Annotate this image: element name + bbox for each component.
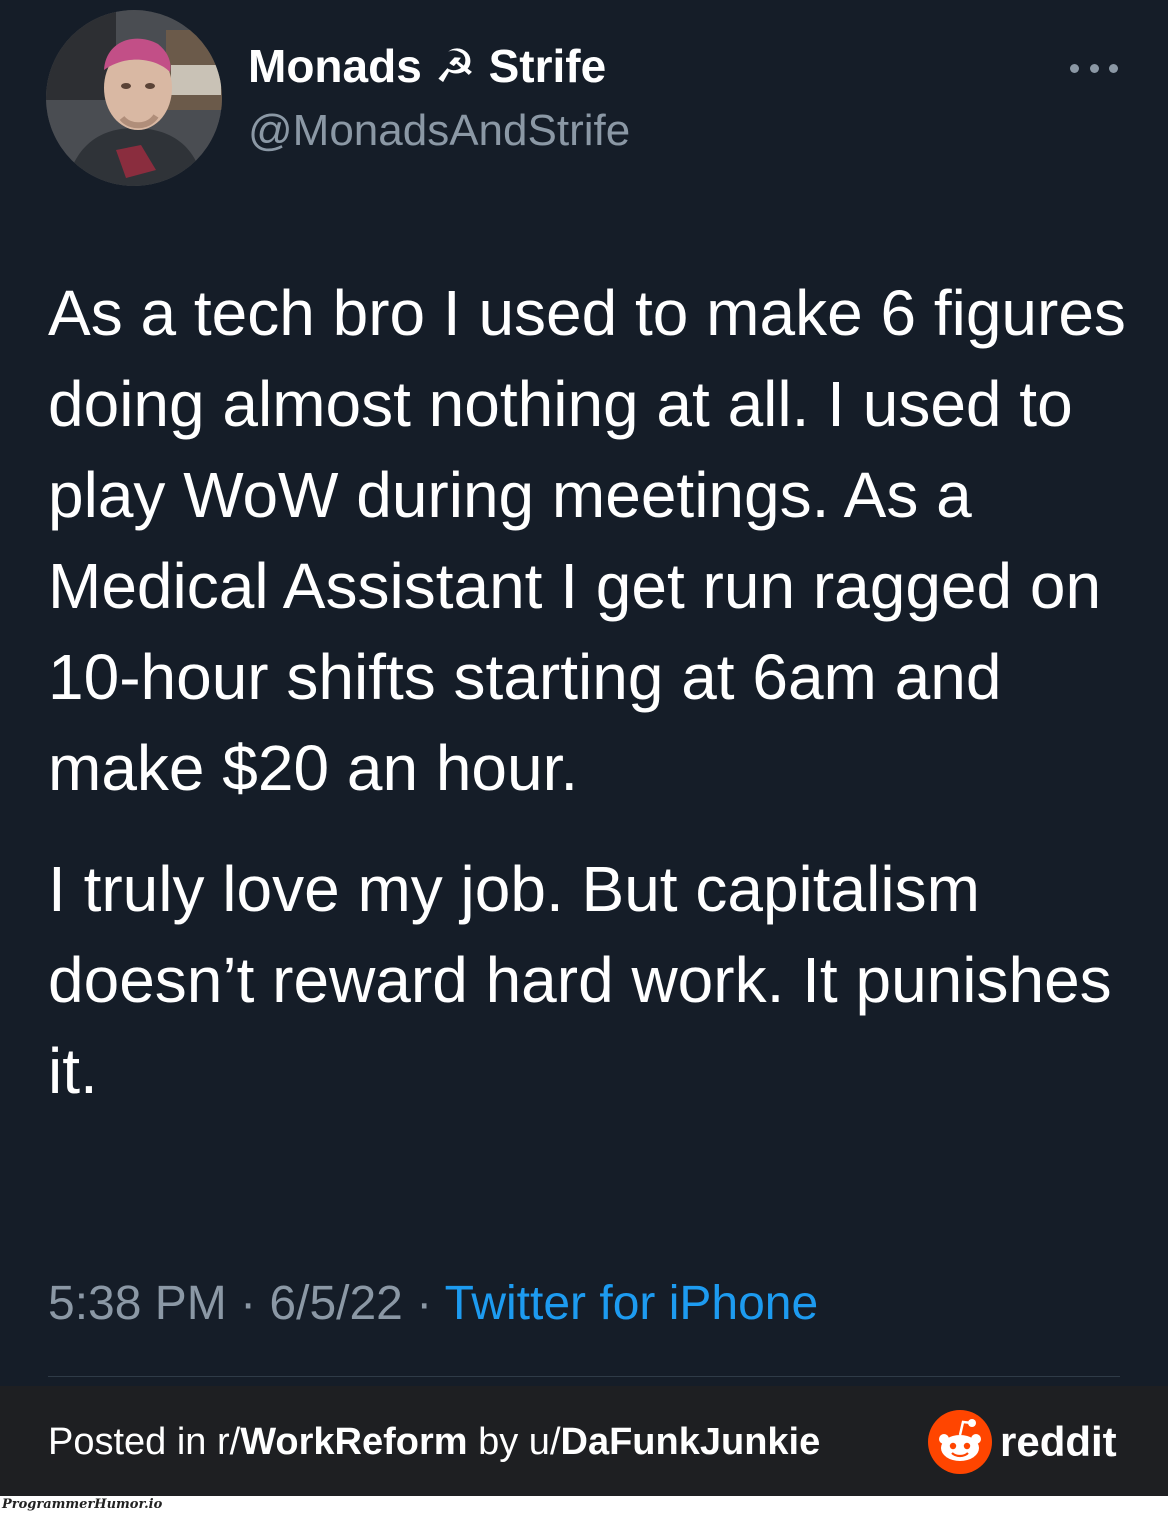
tweet-paragraph: As a tech bro I used to make 6 figures d… [48,277,1126,804]
avatar-image [46,10,222,186]
posted-in-text: Posted in r/WorkReform by u/DaFunkJunkie [48,1414,820,1470]
reddit-snoo-icon [928,1410,992,1474]
more-dot [1109,63,1118,73]
meta-separator: · [226,1277,270,1330]
more-dot [1089,63,1099,73]
username-link[interactable]: DaFunkJunkie [561,1421,821,1463]
meta-separator: · [402,1277,445,1330]
divider [48,1376,1120,1377]
posted-in-prefix: Posted in r/ [48,1421,241,1463]
tweet-date[interactable]: 6/5/22 [269,1277,402,1330]
tweet-card: Monads ☭ Strife @MonadsAndStrife As a te… [0,0,1168,1385]
more-dot [1070,63,1079,73]
reddit-footer: Posted in r/WorkReform by u/DaFunkJunkie… [0,1386,1168,1496]
display-name[interactable]: Monads ☭ Strife [248,38,606,94]
tweet-text: As a tech bro I used to make 6 figures d… [48,268,1138,1117]
reddit-wordmark: reddit [1000,1418,1117,1465]
subreddit-link[interactable]: WorkReform [240,1421,467,1463]
watermark-text: ProgrammerHumor.io [2,1497,163,1512]
more-horizontal-icon[interactable] [1070,56,1118,80]
tweet-paragraph: I truly love my job. But capitalism does… [48,853,1112,1107]
user-handle[interactable]: @MonadsAndStrife [248,104,630,158]
watermark-bar: ProgrammerHumor.io [0,1496,1168,1513]
tweet-time[interactable]: 5:38 PM [48,1277,227,1330]
avatar[interactable] [46,10,222,186]
reddit-logo[interactable]: reddit [928,1410,1117,1474]
tweet-meta: 5:38 PM · 6/5/22 · Twitter for iPhone [48,1274,818,1334]
tweet-source-link[interactable]: Twitter for iPhone [445,1277,819,1330]
by-prefix: by u/ [467,1421,561,1463]
